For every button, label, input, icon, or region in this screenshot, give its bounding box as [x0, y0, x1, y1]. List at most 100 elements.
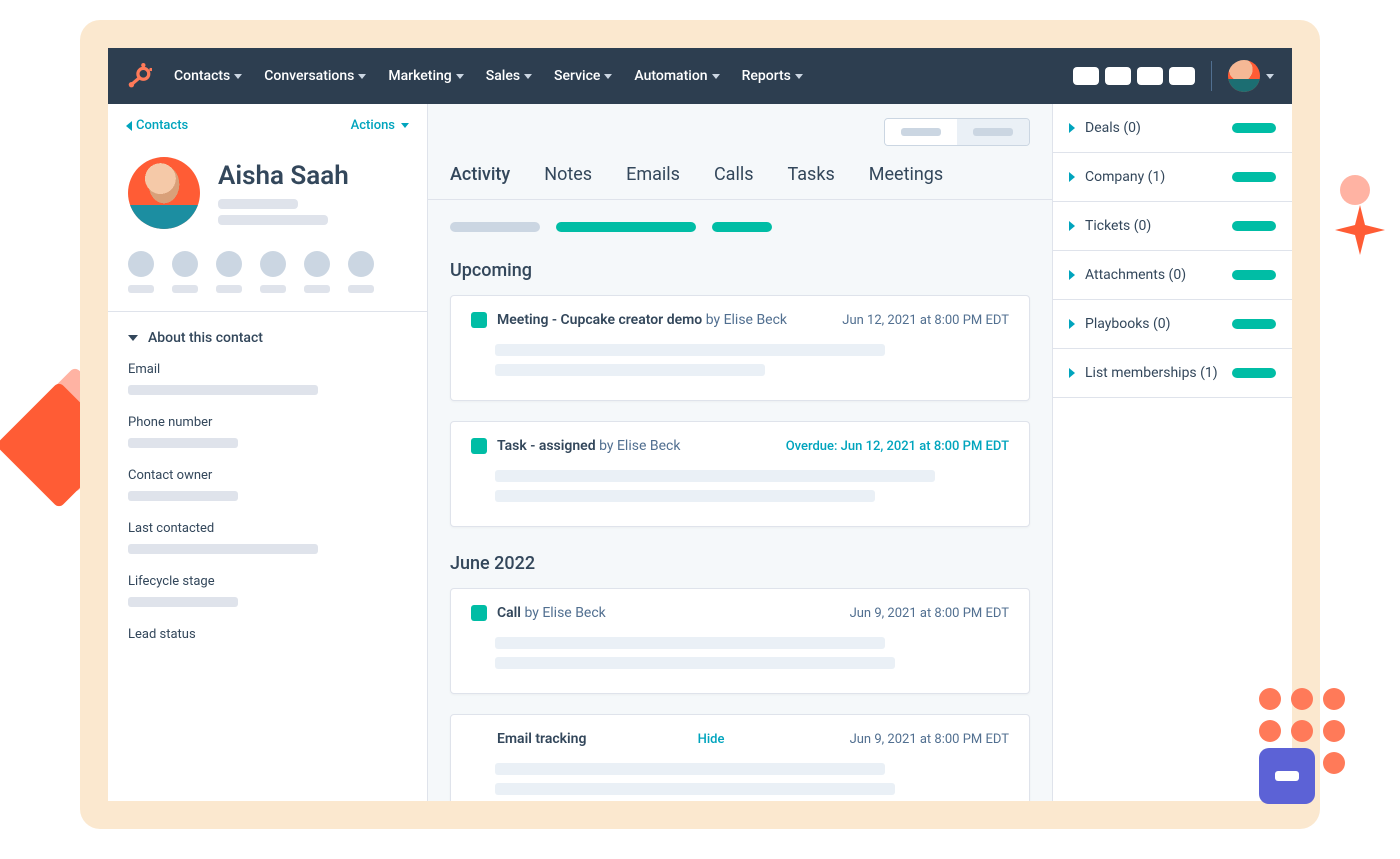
- card-date: Jun 9, 2021 at 8:00 PM EDT: [850, 606, 1009, 621]
- nav-item-sales[interactable]: Sales: [486, 68, 532, 84]
- activity-marker-icon: [471, 605, 487, 621]
- nav-item-contacts[interactable]: Contacts: [174, 68, 242, 84]
- chevron-down-icon: [524, 74, 532, 79]
- accordion-action-placeholder: [1232, 123, 1276, 133]
- activity-marker-icon: [471, 438, 487, 454]
- card-title: Task - assigned by Elise Beck: [497, 438, 680, 454]
- activity-filters[interactable]: [428, 200, 1052, 254]
- contact-field: Email: [128, 362, 407, 395]
- activity-tabs: Activity Notes Emails Calls Tasks Meetings: [428, 146, 1052, 200]
- accordion-label: Attachments (0): [1085, 267, 1186, 283]
- chevron-right-icon: [1069, 270, 1075, 280]
- contact-sidebar: Contacts Actions Aisha Saah: [108, 104, 428, 801]
- deco-dot: [1340, 175, 1370, 205]
- actions-label: Actions: [351, 118, 395, 133]
- field-label: Phone number: [128, 415, 407, 430]
- user-menu[interactable]: [1228, 60, 1274, 92]
- tab-emails[interactable]: Emails: [626, 164, 680, 199]
- quick-action[interactable]: [216, 251, 242, 293]
- field-label: Email: [128, 362, 407, 377]
- field-label: Contact owner: [128, 468, 407, 483]
- activity-panel: ActivityNotesEmailsCallsTasksMeetings Up…: [428, 104, 1052, 801]
- tab-tasks[interactable]: Tasks: [788, 164, 835, 199]
- card-body-placeholder: [495, 364, 765, 376]
- hide-link[interactable]: Hide: [698, 732, 725, 747]
- contact-field: Lead status: [128, 627, 407, 642]
- tab-calls[interactable]: Calls: [714, 164, 754, 199]
- quick-action-row: [128, 251, 407, 293]
- view-toggle[interactable]: [884, 118, 1030, 146]
- top-nav: Contacts Conversations Marketing Sales Servi…: [108, 48, 1292, 104]
- field-value-placeholder: [128, 491, 238, 501]
- accordion-playbooks-[interactable]: Playbooks (0): [1053, 300, 1292, 349]
- accordion-action-placeholder: [1232, 270, 1276, 280]
- back-contacts-link[interactable]: Contacts: [126, 118, 188, 133]
- deco-sparkle: [1335, 205, 1385, 255]
- card-title: Email tracking: [497, 731, 586, 747]
- about-label: About this contact: [148, 330, 263, 346]
- chevron-down-icon: [1266, 74, 1274, 79]
- quick-action[interactable]: [172, 251, 198, 293]
- accordion-deals-[interactable]: Deals (0): [1053, 104, 1292, 153]
- accordion-label: Playbooks (0): [1085, 316, 1171, 332]
- timeline-card[interactable]: Meeting - Cupcake creator demo by Elise …: [450, 295, 1030, 401]
- field-value-placeholder: [128, 438, 238, 448]
- card-date: Jun 9, 2021 at 8:00 PM EDT: [850, 732, 1009, 747]
- accordion-action-placeholder: [1232, 368, 1276, 378]
- accordion-tickets-[interactable]: Tickets (0): [1053, 202, 1292, 251]
- card-body-placeholder: [495, 470, 935, 482]
- chevron-down-icon: [234, 74, 242, 79]
- card-body-placeholder: [495, 490, 875, 502]
- contact-name: Aisha Saah: [218, 161, 349, 191]
- nav-item-marketing[interactable]: Marketing: [388, 68, 463, 84]
- accordion-list-memberships-[interactable]: List memberships (1): [1053, 349, 1292, 398]
- timeline-card[interactable]: Task - assigned by Elise BeckOverdue: Ju…: [450, 421, 1030, 527]
- card-title: Meeting - Cupcake creator demo by Elise …: [497, 312, 787, 328]
- app-window: Contacts Conversations Marketing Sales Servi…: [108, 48, 1292, 801]
- chevron-down-icon: [712, 74, 720, 79]
- field-value-placeholder: [128, 385, 318, 395]
- tab-meetings[interactable]: Meetings: [869, 164, 943, 199]
- timeline-card[interactable]: Call by Elise Beck Jun 9, 2021 at 8:00 PM…: [450, 588, 1030, 694]
- quick-action[interactable]: [304, 251, 330, 293]
- contact-subtitle-placeholder: [218, 199, 298, 209]
- chevron-down-icon: [456, 74, 464, 79]
- card-title: Call by Elise Beck: [497, 605, 606, 621]
- chevron-down-icon: [401, 123, 409, 128]
- card-body-placeholder: [495, 783, 895, 795]
- nav-utility-icons[interactable]: [1073, 67, 1195, 85]
- associations-sidebar: Deals (0) Company (1) Tickets (0) Attachmen…: [1052, 104, 1292, 801]
- contact-field: Contact owner: [128, 468, 407, 501]
- chevron-down-icon: [604, 74, 612, 79]
- activity-marker-icon: [471, 312, 487, 328]
- about-contact-toggle[interactable]: About this contact: [128, 330, 407, 346]
- chevron-left-icon: [126, 121, 132, 131]
- timeline-card[interactable]: Email tracking Hide Jun 9, 2021 at 8:00 PM…: [450, 714, 1030, 801]
- chevron-down-icon: [358, 74, 366, 79]
- user-avatar-icon: [1228, 60, 1260, 92]
- contact-field: Lifecycle stage: [128, 574, 407, 607]
- tab-notes[interactable]: Notes: [544, 164, 592, 199]
- actions-dropdown[interactable]: Actions: [351, 118, 409, 133]
- accordion-attachments-[interactable]: Attachments (0): [1053, 251, 1292, 300]
- nav-item-conversations[interactable]: Conversations: [264, 68, 366, 84]
- accordion-action-placeholder: [1232, 172, 1276, 182]
- field-label: Lead status: [128, 627, 407, 642]
- nav-item-automation[interactable]: Automation: [634, 68, 719, 84]
- chat-launcher[interactable]: [1259, 748, 1315, 804]
- accordion-action-placeholder: [1232, 221, 1276, 231]
- chevron-down-icon: [128, 335, 138, 341]
- nav-item-reports[interactable]: Reports: [742, 68, 803, 84]
- nav-item-service[interactable]: Service: [554, 68, 612, 84]
- field-value-placeholder: [128, 544, 318, 554]
- tab-activity[interactable]: Activity: [450, 164, 510, 199]
- accordion-label: Deals (0): [1085, 120, 1141, 136]
- quick-action[interactable]: [348, 251, 374, 293]
- accordion-label: Tickets (0): [1085, 218, 1151, 234]
- accordion-company-[interactable]: Company (1): [1053, 153, 1292, 202]
- card-body-placeholder: [495, 637, 885, 649]
- quick-action[interactable]: [128, 251, 154, 293]
- card-body-placeholder: [495, 657, 895, 669]
- quick-action[interactable]: [260, 251, 286, 293]
- hubspot-logo-icon[interactable]: [126, 63, 152, 89]
